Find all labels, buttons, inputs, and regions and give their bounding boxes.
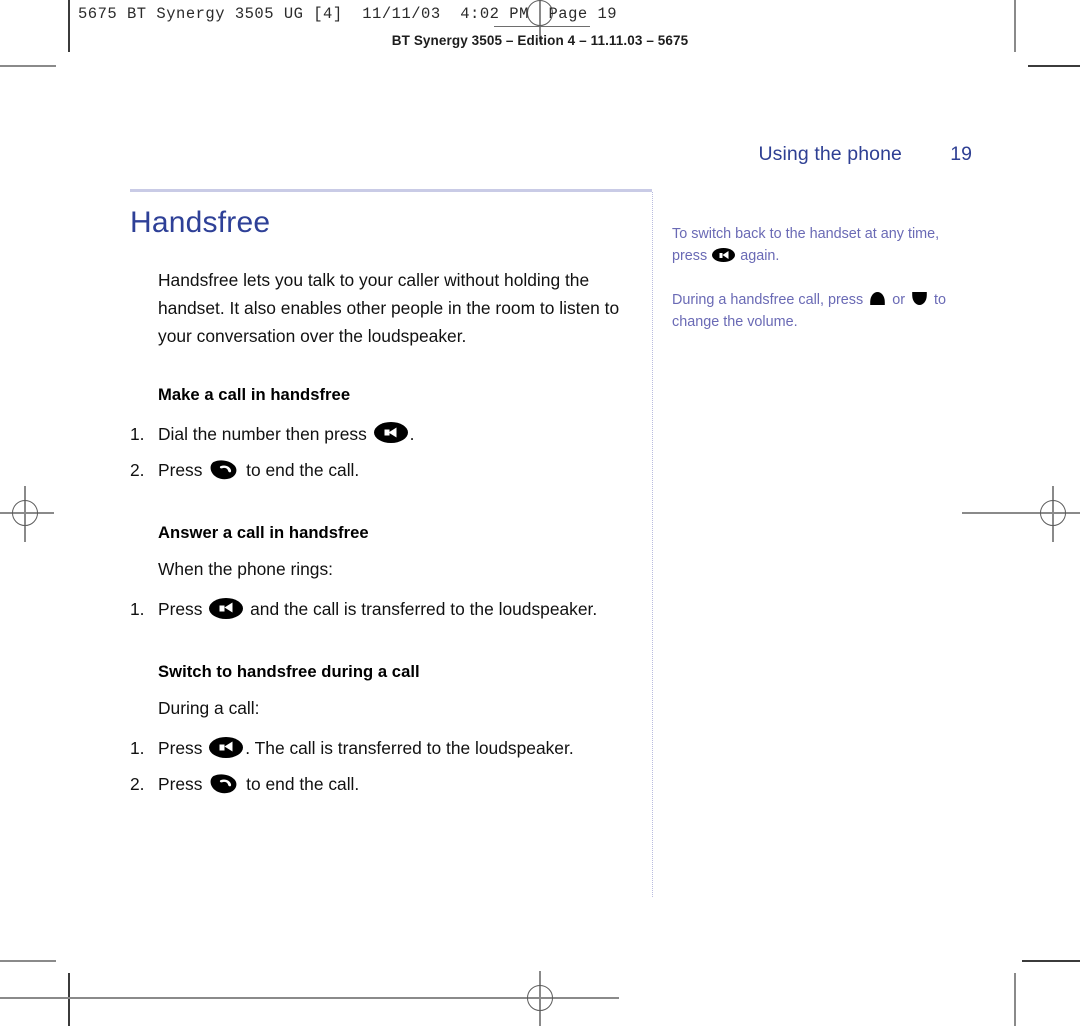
end-call-icon — [209, 458, 239, 482]
crop-mark-bottom-left-vertical — [68, 973, 70, 1026]
printer-edition-caption: BT Synergy 3505 – Edition 4 – 11.11.03 –… — [391, 33, 689, 48]
section-heading-make-a-call: Make a call in handsfree — [158, 384, 351, 404]
list-item: 1. Press and the call is transferred to … — [130, 596, 640, 622]
step-text-before: Press — [158, 737, 203, 758]
sidebar-note-text-part1: To switch back to the handset at any tim… — [672, 226, 940, 264]
sidebar-note-text-part1: During a handsfree call, press — [672, 291, 864, 308]
sidebar-note-text-part2: again. — [740, 247, 780, 264]
step-text-before: Press — [158, 459, 203, 480]
header-rule — [130, 189, 652, 192]
step-number: 2. — [130, 459, 145, 480]
crop-mark-right-bottom-horizontal — [1022, 960, 1080, 962]
registration-mark-bottom-center — [0, 971, 619, 1026]
step-text: Press and the call is transferred to the… — [158, 596, 640, 622]
registration-circle — [1040, 500, 1066, 526]
section-heading-switch-to-handsfree: Switch to handsfree during a call — [158, 661, 420, 681]
step-text-after: . The call is transferred to the loudspe… — [245, 737, 574, 758]
page-title: Handsfree — [130, 206, 271, 239]
section-name: Using the phone — [758, 143, 902, 165]
sidebar-note-text-part2: or — [892, 291, 905, 308]
document-page: 5675 BT Synergy 3505 UG [4] 11/11/03 4:0… — [0, 0, 1080, 1026]
registration-mark-right — [962, 486, 1080, 542]
speaker-icon — [209, 736, 244, 758]
sidebar-notes-column: To switch back to the handset at any tim… — [672, 224, 972, 356]
section-heading-answer-a-call: Answer a call in handsfree — [158, 522, 369, 542]
step-text: Press to end the call. — [158, 771, 640, 797]
crop-mark-bottom-right-vertical — [1014, 973, 1016, 1026]
registration-circle — [527, 985, 553, 1011]
column-divider — [652, 192, 654, 897]
section-lead-line: When the phone rings: — [158, 558, 333, 579]
main-content-column: Handsfree Handsfree lets you talk to you… — [130, 206, 640, 807]
step-text: Press . The call is transferred to the l… — [158, 735, 640, 761]
speaker-icon — [373, 422, 408, 444]
crop-mark-left-top-horizontal — [0, 65, 56, 67]
step-number: 1. — [130, 423, 145, 444]
list-item: 2. Press to end the call. — [130, 771, 640, 797]
running-head: Using the phone 19 — [130, 143, 972, 177]
registration-circle — [12, 500, 38, 526]
speaker-icon — [209, 597, 244, 619]
volume-down-icon — [911, 291, 928, 306]
list-item: 2. Press to end the call. — [130, 457, 640, 483]
crop-mark-left-bottom-horizontal — [0, 960, 56, 962]
step-text-after: . — [409, 423, 415, 444]
registration-mark-left — [0, 486, 54, 542]
step-text: Press to end the call. — [158, 457, 640, 483]
step-text-after: to end the call. — [246, 459, 360, 480]
sidebar-note: To switch back to the handset at any tim… — [672, 224, 972, 268]
step-number: 1. — [130, 737, 145, 758]
sidebar-note: During a handsfree call, press or to cha… — [672, 290, 972, 334]
volume-up-icon — [869, 291, 886, 306]
step-text-after: and the call is transferred to the louds… — [250, 598, 598, 619]
step-text-before: Press — [158, 598, 203, 619]
step-text-after: to end the call. — [246, 774, 360, 794]
intro-paragraph: Handsfree lets you talk to your caller w… — [158, 270, 620, 347]
step-number: 2. — [130, 774, 145, 794]
list-item: 1. Press . The call is transferred to th… — [130, 735, 640, 761]
crop-mark-right-top-horizontal — [1028, 65, 1080, 67]
step-text: Dial the number then press . — [158, 421, 640, 447]
end-call-icon — [209, 772, 239, 796]
step-text-before: Press — [158, 774, 203, 794]
page-number: 19 — [950, 143, 972, 165]
printer-slug-line: 5675 BT Synergy 3505 UG [4] 11/11/03 4:0… — [78, 5, 618, 23]
speaker-icon — [712, 248, 736, 263]
printer-slug-underline — [494, 26, 590, 27]
list-item: 1. Dial the number then press . — [130, 421, 640, 447]
step-number: 1. — [130, 598, 145, 619]
section-lead-line: During a call: — [158, 697, 260, 718]
step-text-before: Dial the number then press — [158, 423, 367, 444]
